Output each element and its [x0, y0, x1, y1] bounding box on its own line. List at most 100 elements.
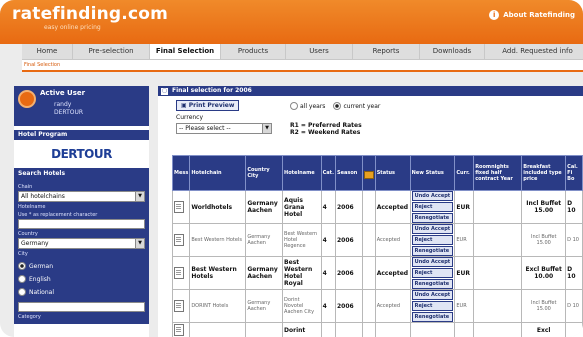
cell-cat: 4 — [320, 190, 336, 224]
col-header[interactable]: Country City — [245, 155, 284, 191]
cell-curr: EUR — [454, 289, 475, 323]
radio-button — [333, 102, 342, 110]
currency-select[interactable]: -- Please select -- ▼ — [176, 123, 272, 134]
info-icon: i — [489, 10, 500, 20]
search-hotels-title: Search Hotels — [14, 168, 149, 180]
col-header[interactable]: Cat. — [320, 155, 336, 191]
cell-breakfast: Excl Buffet 10.00 — [521, 256, 567, 290]
cell-curr: EUR — [454, 190, 475, 224]
col-header[interactable]: Curr. — [454, 155, 475, 191]
undo-accept-button[interactable]: Undo Accept — [411, 290, 454, 300]
empty-cell — [473, 223, 523, 257]
reject-button[interactable]: Reject — [411, 202, 454, 212]
city-input[interactable] — [18, 302, 145, 312]
undo-accept-button[interactable]: Undo Accept — [411, 224, 454, 234]
cell-country: Germany Aachen — [245, 289, 284, 323]
tab-add-requested-info[interactable]: Add. Requested info — [485, 44, 583, 59]
cell-breakfast: Incl Buffet 15.00 — [521, 289, 567, 323]
radio-button — [18, 288, 26, 296]
lang-option-german[interactable]: German — [18, 262, 145, 270]
main-nav: Home Pre-selection Final Selection Produ… — [22, 44, 583, 60]
print-preview-button[interactable]: ▣ Print Preview — [176, 100, 240, 111]
col-header[interactable]: New Status — [409, 155, 456, 191]
empty-cell — [473, 289, 523, 323]
lang-option-label: German — [29, 262, 54, 270]
chevron-down-icon: ▼ — [135, 192, 144, 201]
message-cell — [171, 322, 191, 337]
tab-home[interactable]: Home — [22, 44, 73, 59]
renegotiate-button[interactable]: Renegotiate — [411, 213, 454, 223]
tab-products[interactable]: Products — [221, 44, 286, 59]
rates-legend-r2: R2 = Weekend Rates — [290, 129, 361, 136]
toolbar: ▣ Print Preview Currency -- Please selec… — [158, 96, 583, 154]
cell-season: 2006 — [334, 289, 363, 323]
hotelname-hint: Use * as replacement character — [18, 212, 98, 218]
col-header[interactable]: Mess — [171, 155, 191, 191]
col-header[interactable]: Hotelchain — [189, 155, 247, 191]
new-status-cell — [409, 322, 456, 337]
year-option-label: current year — [343, 102, 381, 110]
hotel-program-title: Hotel Program — [14, 130, 149, 140]
renegotiate-button[interactable]: Renegotiate — [411, 246, 454, 256]
table-row: Best Western Hotels Germany Aachen Best We… — [171, 256, 583, 290]
renegotiate-button[interactable]: Renegotiate — [411, 279, 454, 289]
radio-button — [18, 275, 26, 283]
tab-users[interactable]: Users — [286, 44, 353, 59]
renegotiate-button[interactable]: Renegotiate — [411, 312, 454, 322]
new-status-cell: Undo Accept Reject Renegotiate — [409, 256, 456, 290]
cell-country — [245, 322, 284, 337]
left-gutter — [0, 70, 14, 150]
message-icon[interactable] — [174, 324, 184, 336]
message-icon[interactable] — [174, 234, 184, 246]
about-link[interactable]: i About Ratefinding — [489, 10, 575, 20]
tab-reports[interactable]: Reports — [353, 44, 420, 59]
active-user-title: Active User — [40, 89, 86, 97]
year-option-all[interactable]: all years — [290, 102, 325, 110]
tab-final-selection[interactable]: Final Selection — [150, 44, 221, 59]
breadcrumb-label: Final Selection — [24, 62, 61, 68]
cell-season: 2006 — [334, 223, 363, 257]
country-select[interactable]: Germany ▼ — [18, 238, 145, 249]
undo-accept-button[interactable]: Undo Accept — [411, 191, 454, 201]
lock-icon — [363, 170, 374, 179]
cell-extra — [565, 322, 583, 337]
year-option-current[interactable]: current year — [333, 102, 380, 110]
cell-cat: 4 — [320, 289, 336, 323]
cell-country: Germany Aachen — [245, 223, 284, 257]
message-cell — [171, 289, 191, 323]
lang-option-label: National — [29, 288, 55, 296]
undo-accept-button[interactable]: Undo Accept — [411, 257, 454, 267]
table-row: Worldhotels Germany Aachen Aquis Grana Hot… — [171, 190, 583, 224]
lang-option-national[interactable]: National — [18, 288, 145, 296]
cell-status: Accepted — [374, 256, 411, 290]
cell-breakfast: Excl — [521, 322, 567, 337]
col-header[interactable]: Cal. Fi Bo — [565, 155, 583, 191]
col-header[interactable]: Breakfast included type price — [521, 155, 567, 191]
col-header[interactable]: Season — [334, 155, 363, 191]
message-icon[interactable] — [174, 300, 184, 312]
lang-option-english[interactable]: English — [18, 275, 145, 283]
cell-country: Germany Aachen — [245, 256, 284, 290]
logo[interactable]: ratefinding.com — [12, 4, 168, 24]
col-header[interactable]: Roomnights fixed half contract Year — [473, 155, 523, 191]
chain-select[interactable]: All hotelchains ▼ — [18, 191, 145, 202]
col-header[interactable]: Hotelname — [282, 155, 322, 191]
tab-downloads[interactable]: Downloads — [420, 44, 485, 59]
reject-button[interactable]: Reject — [411, 235, 454, 245]
year-filter: all years current year — [290, 102, 380, 110]
reject-button[interactable]: Reject — [411, 301, 454, 311]
reject-button[interactable]: Reject — [411, 268, 454, 278]
collapse-icon[interactable]: ▢ — [160, 87, 169, 96]
city-label: City — [18, 251, 28, 257]
currency-label: Currency — [176, 114, 204, 121]
cell-chain — [189, 322, 247, 337]
col-header[interactable]: Status — [374, 155, 411, 191]
empty-cell — [473, 322, 523, 337]
hotelname-input[interactable] — [18, 219, 145, 229]
empty-cell — [361, 289, 376, 323]
tab-pre-selection[interactable]: Pre-selection — [73, 44, 150, 59]
message-icon[interactable] — [174, 267, 184, 279]
message-icon[interactable] — [174, 201, 184, 213]
empty-cell — [361, 256, 376, 290]
dertour-logo-text: DERTOUR — [51, 147, 112, 161]
